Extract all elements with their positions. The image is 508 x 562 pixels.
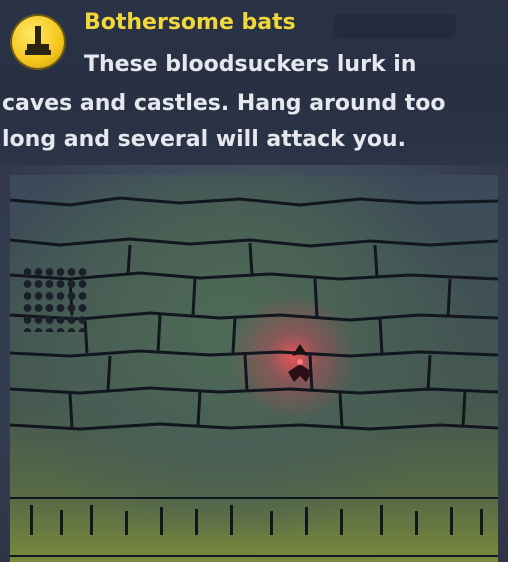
brick-wall xyxy=(10,196,498,557)
title-smudge xyxy=(334,14,456,38)
joystick-icon xyxy=(12,16,64,68)
bat-sprite[interactable] xyxy=(282,342,318,386)
hint-panel: Bothersome bats These bloodsuckers lurk … xyxy=(0,0,508,165)
hint-title: Bothersome bats xyxy=(84,10,296,35)
hint-line-1: These bloodsuckers lurk in xyxy=(84,52,417,77)
hint-line-3: long and several will attack you. xyxy=(2,127,406,152)
hint-line-2: caves and castles. Hang around too xyxy=(2,91,446,116)
wall-grille xyxy=(22,266,88,332)
